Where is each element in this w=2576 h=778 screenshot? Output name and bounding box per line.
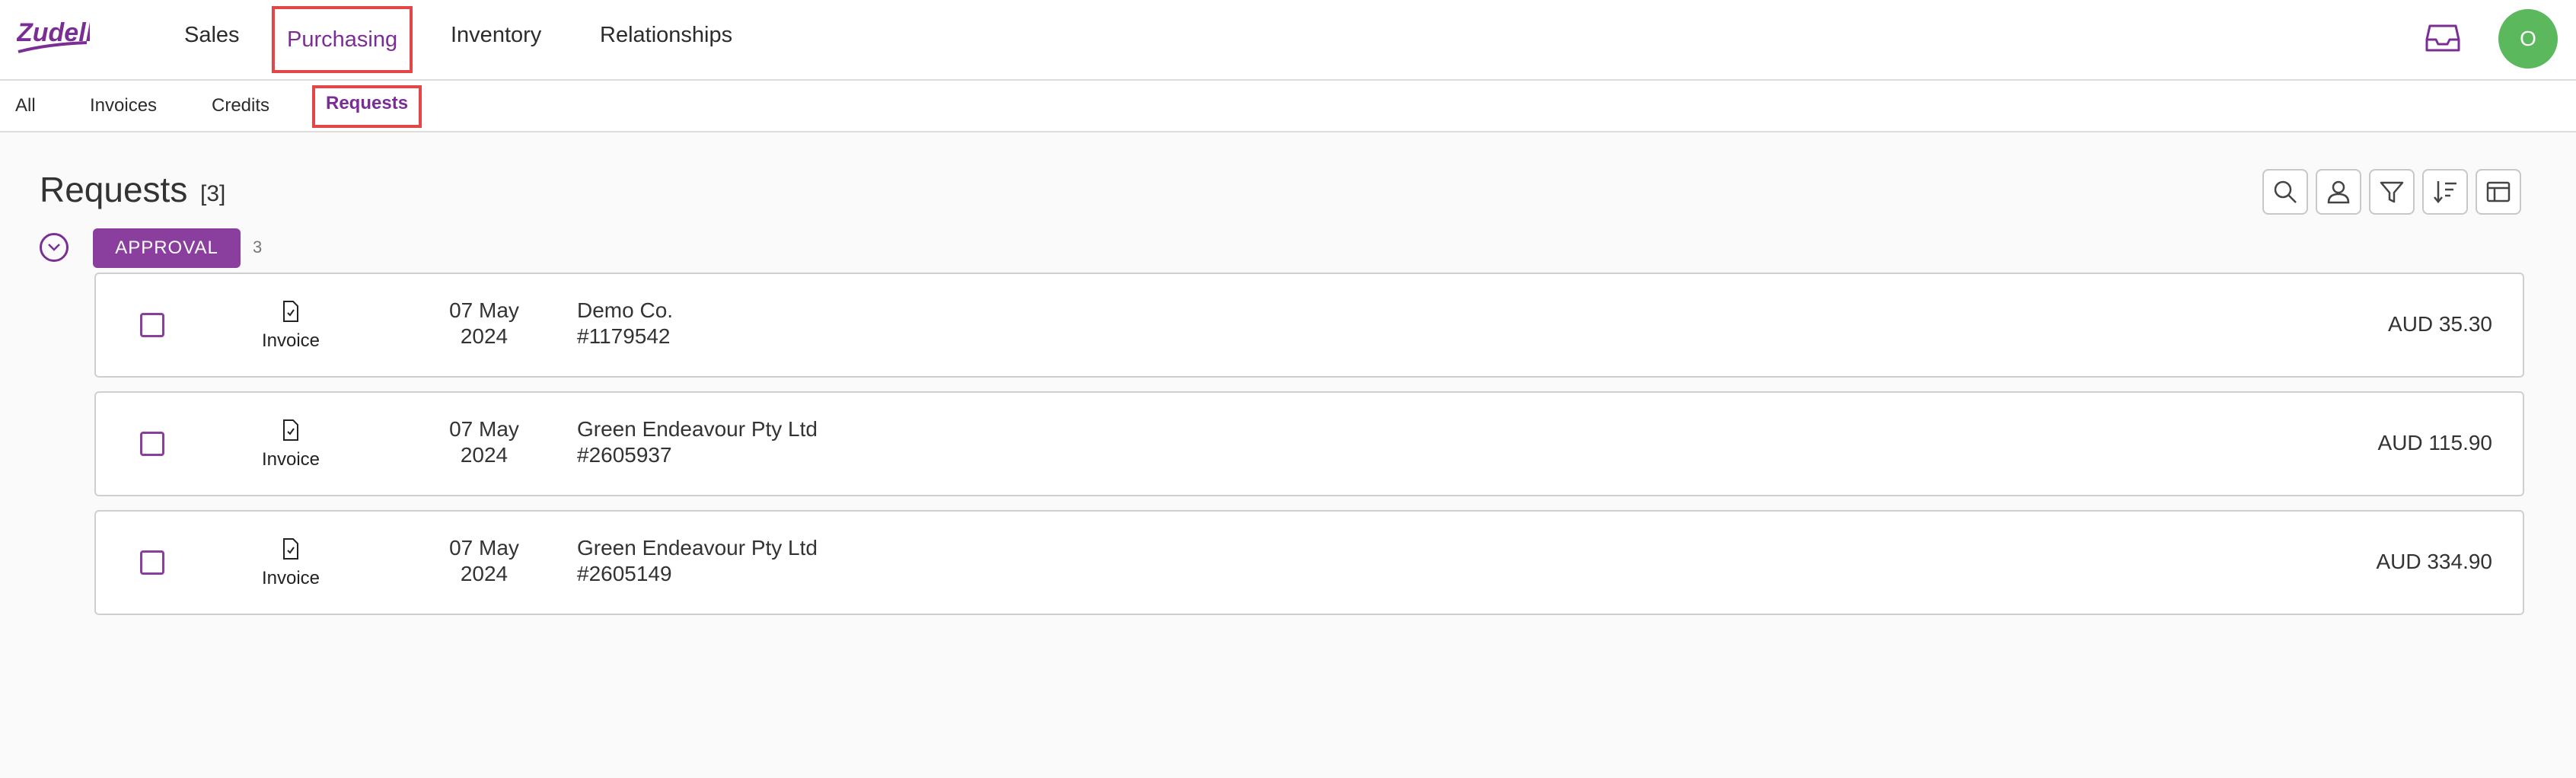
document-type: Invoice (261, 330, 320, 351)
page-count: [3] (200, 181, 226, 206)
document-amount: AUD 334.90 (2376, 550, 2492, 573)
document-date-year: 2024 (460, 562, 509, 585)
row-checkbox[interactable] (140, 432, 164, 456)
group-label-approval[interactable]: APPROVAL (93, 228, 241, 268)
tab-requests[interactable]: Requests (312, 85, 422, 128)
supplier-name: Demo Co. (577, 298, 674, 322)
zudello-logo[interactable]: Zudello (17, 14, 90, 59)
row-checkbox[interactable] (140, 313, 164, 337)
inbox-icon[interactable] (2425, 20, 2460, 55)
document-date-day: 07 May (449, 536, 519, 560)
nav-sales[interactable]: Sales (174, 14, 250, 56)
document-date-year: 2024 (460, 324, 509, 348)
supplier-name: Green Endeavour Pty Ltd (577, 417, 818, 441)
sub-navigation: All Invoices Credits Requests (0, 81, 2576, 132)
document-check-icon (283, 301, 298, 322)
document-date-day: 07 May (449, 298, 519, 322)
top-navigation-bar: Zudello Sales Purchasing Inventory Relat… (0, 0, 2576, 81)
document-check-icon (283, 538, 298, 560)
document-number: #2605937 (577, 443, 672, 467)
document-amount: AUD 35.30 (2388, 312, 2492, 336)
filter-icon (2380, 181, 2404, 203)
document-amount: AUD 115.90 (2377, 431, 2492, 454)
page-title: Requests (40, 170, 188, 209)
assignee-button[interactable] (2316, 169, 2361, 215)
nav-purchasing[interactable]: Purchasing (272, 6, 413, 73)
columns-icon (2486, 181, 2511, 202)
document-number: #1179542 (577, 324, 671, 348)
group-count: 3 (253, 238, 263, 257)
collapse-group-button[interactable] (40, 233, 69, 262)
list-item[interactable]: Invoice 07 May 2024 Green Endeavour Pty … (94, 510, 2524, 615)
row-checkbox[interactable] (140, 550, 164, 575)
nav-relationships[interactable]: Relationships (589, 14, 743, 56)
columns-button[interactable] (2476, 169, 2521, 215)
list-item[interactable]: Invoice 07 May 2024 Green Endeavour Pty … (94, 391, 2524, 496)
search-icon (2274, 180, 2297, 203)
sort-button[interactable] (2422, 169, 2468, 215)
chevron-down-icon (48, 244, 60, 251)
document-date-day: 07 May (449, 417, 519, 441)
document-date-year: 2024 (460, 443, 509, 467)
search-button[interactable] (2262, 169, 2308, 215)
document-type: Invoice (261, 449, 320, 470)
document-number: #2605149 (577, 562, 672, 585)
list-item[interactable]: Invoice 07 May 2024 Demo Co. #1179542 AU… (94, 273, 2524, 378)
tab-credits[interactable]: Credits (204, 88, 277, 123)
nav-inventory[interactable]: Inventory (440, 14, 552, 56)
user-icon (2327, 180, 2350, 204)
filter-button[interactable] (2369, 169, 2415, 215)
tab-invoices[interactable]: Invoices (82, 88, 164, 123)
document-type: Invoice (261, 568, 320, 588)
document-check-icon (283, 419, 298, 441)
user-avatar[interactable]: O (2498, 9, 2558, 69)
tab-all[interactable]: All (8, 88, 43, 123)
sort-icon (2434, 181, 2456, 203)
supplier-name: Green Endeavour Pty Ltd (577, 536, 818, 560)
